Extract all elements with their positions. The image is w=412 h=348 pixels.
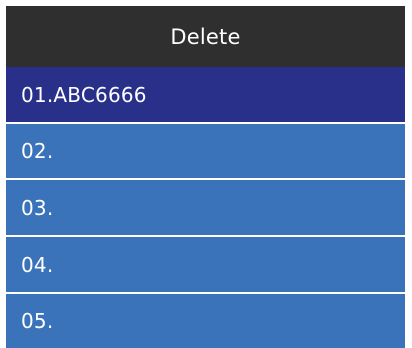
delete-screen: Delete 01.ABC6666 02. 03. 04. 05. xyxy=(6,6,405,348)
list-item-05[interactable]: 05. xyxy=(6,294,405,348)
list-item-label: 05. xyxy=(21,309,54,333)
list-item-03[interactable]: 03. xyxy=(6,180,405,235)
list-item-label: 01.ABC6666 xyxy=(21,82,147,107)
list-item-01[interactable]: 01.ABC6666 xyxy=(6,67,405,122)
list-item-04[interactable]: 04. xyxy=(6,237,405,292)
list-item-label: 04. xyxy=(21,252,54,277)
list-item-02[interactable]: 02. xyxy=(6,124,405,178)
list-item-label: 02. xyxy=(21,139,54,163)
screen-title: Delete xyxy=(6,6,405,67)
list-item-label: 03. xyxy=(21,195,54,220)
